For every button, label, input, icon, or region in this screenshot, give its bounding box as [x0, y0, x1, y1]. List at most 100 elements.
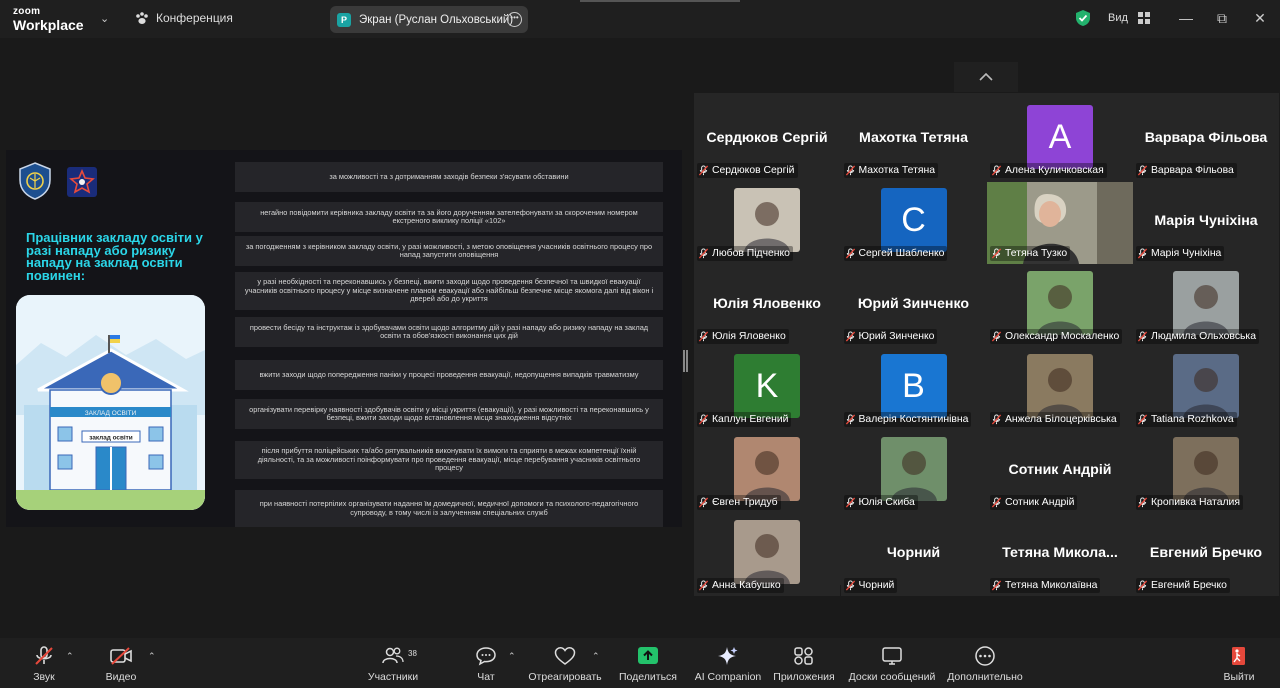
mic-muted-icon [1137, 497, 1148, 508]
close-icon[interactable]: ✕ [1250, 9, 1270, 27]
participant-tile[interactable]: Чорний Чорний [840, 514, 987, 596]
participant-name: Анжела Білоцерківська [1005, 414, 1117, 425]
whiteboards-button[interactable]: Доски сообщений [848, 638, 936, 688]
participant-display-name: Варвара Фільова [1144, 130, 1268, 146]
participants-icon [382, 647, 404, 664]
zoom-workplace-logo[interactable]: zoom Workplace [13, 6, 84, 32]
participant-tile[interactable]: Евгений Бречко Евгений Бречко [1133, 514, 1279, 596]
minimize-icon[interactable]: — [1176, 9, 1196, 27]
slide-step-4: у разі необхідності та переконавшись у б… [235, 272, 663, 310]
person-silhouette-icon [744, 451, 790, 501]
audio-label: Звук [33, 671, 55, 683]
participant-tile[interactable]: Анжела Білоцерківська [987, 348, 1133, 430]
screen-share-indicator[interactable]: P Экран (Руслан Ольховський) ••• [330, 6, 528, 33]
participant-tile[interactable]: Варвара Фільова Варвара Фільова [1133, 99, 1279, 181]
more-label: Дополнительно [947, 671, 1023, 683]
participants-button[interactable]: Участники [366, 638, 420, 688]
participant-tile[interactable]: B Валерія Костянтинівна [840, 348, 987, 430]
mic-muted-icon [698, 497, 709, 508]
chat-bubble-icon [476, 647, 496, 666]
apps-button[interactable]: Приложения [772, 638, 836, 688]
participant-nameplate: Олександр Москаленко [990, 329, 1123, 344]
audio-button[interactable]: Звук [30, 638, 58, 688]
person-silhouette-icon [1183, 285, 1229, 335]
participant-tile[interactable]: Євген Тридуб [694, 431, 840, 513]
participants-label: Участники [367, 671, 419, 683]
chevron-down-icon[interactable]: ⌄ [100, 12, 109, 25]
view-menu-label[interactable]: Вид [1108, 12, 1128, 24]
restore-icon[interactable]: ⧉ [1212, 9, 1232, 27]
participant-tile[interactable]: Тетяна Тузко [987, 182, 1133, 264]
participant-nameplate: Анна Кабушко [697, 578, 784, 593]
share-screen-button[interactable]: Поделиться [618, 638, 678, 688]
ai-companion-button[interactable]: AI Companion [694, 638, 762, 688]
mic-muted-icon [1137, 414, 1148, 425]
participant-photo [734, 437, 800, 501]
participant-tile[interactable]: Анна Кабушко [694, 514, 840, 596]
mic-muted-icon [991, 580, 1002, 591]
participant-tile[interactable]: Махотка Тетяна Махотка Тетяна [840, 99, 987, 181]
participant-photo [1173, 437, 1239, 501]
participant-nameplate: Євген Тридуб [697, 495, 781, 510]
share-label: Экран (Руслан Ольховський) [359, 13, 514, 26]
participant-name: Анна Кабушко [712, 580, 781, 591]
participant-tile[interactable]: Юлія Яловенко Юлія Яловенко [694, 265, 840, 347]
participant-tile[interactable]: A Алена Куличковская [987, 99, 1133, 181]
participant-name: Любов Підченко [712, 248, 790, 259]
participant-name: Тетяна Миколаївна [1005, 580, 1098, 591]
participant-tile[interactable]: Кропивка Наталия [1133, 431, 1279, 513]
participant-tile[interactable]: Юлія Скиба [840, 431, 987, 513]
participant-nameplate: Сотник Андрій [990, 495, 1078, 510]
chat-options-caret-icon[interactable]: ⌃ [508, 651, 516, 662]
more-button[interactable]: Дополнительно [946, 638, 1024, 688]
participant-nameplate: Тетяна Миколаївна [990, 578, 1101, 593]
participant-photo [1173, 354, 1239, 418]
share-border-line [580, 0, 740, 2]
participant-tile[interactable]: C Сергей Шабленко [840, 182, 987, 264]
zoom-meeting-window: zoom Workplace ⌄ Конференция P Экран (Ру… [0, 0, 1280, 688]
video-button[interactable]: Видео [104, 638, 138, 688]
school-illustration: ЗАКЛАД ОСВІТИ заклад освіти [16, 295, 205, 510]
participant-photo [1027, 271, 1093, 335]
participant-tile[interactable]: Tatiana Rozhkova [1133, 348, 1279, 430]
participant-name: Сергей Шабленко [858, 248, 945, 259]
mic-muted-icon [1137, 165, 1148, 176]
participant-tile[interactable]: Юрий Зинченко Юрий Зинченко [840, 265, 987, 347]
participant-photo [1173, 271, 1239, 335]
share-screen-icon [638, 647, 658, 664]
more-options-icon[interactable]: ••• [507, 12, 522, 27]
person-silhouette-icon [890, 451, 937, 501]
participant-name: Махотка Тетяна [858, 165, 935, 176]
participant-tile[interactable]: Марія Чуніхіна Марія Чуніхіна [1133, 182, 1279, 264]
participant-tile[interactable]: Тетяна Микола... Тетяна Миколаївна [987, 514, 1133, 596]
person-silhouette-icon [1037, 285, 1083, 335]
gallery-view-icon[interactable] [1138, 12, 1150, 24]
mic-muted-icon [1137, 248, 1148, 259]
meeting-info-button[interactable]: Конференция [134, 10, 233, 26]
meeting-toolbar: Звук ⌃ Видео ⌃ Участники 38 Чат ⌃ Отреаг… [0, 638, 1280, 688]
participant-nameplate: Варвара Фільова [1136, 163, 1237, 178]
security-shield-icon[interactable] [1075, 9, 1091, 27]
participant-tile[interactable]: Любов Підченко [694, 182, 840, 264]
participant-display-name: Сотник Андрій [1008, 462, 1112, 478]
participant-name: Марія Чуніхіна [1151, 248, 1222, 259]
panel-resize-handle[interactable] [683, 350, 688, 372]
collapse-gallery-button[interactable] [954, 62, 1018, 92]
participant-tile[interactable]: Сотник Андрій Сотник Андрій [987, 431, 1133, 513]
participant-nameplate: Юлія Скиба [843, 495, 918, 510]
video-options-caret-icon[interactable]: ⌃ [148, 651, 156, 662]
participant-tile[interactable]: K Каплун Евгений [694, 348, 840, 430]
participant-tile[interactable]: Людмила Ольховська [1133, 265, 1279, 347]
participants-count: 38 [408, 649, 417, 658]
participant-nameplate: Юлія Яловенко [697, 329, 789, 344]
mic-muted-icon [698, 414, 709, 425]
participant-tile[interactable]: Сердюков Сергій Сердюков Сергій [694, 99, 840, 181]
mic-muted-icon [991, 497, 1002, 508]
audio-options-caret-icon[interactable]: ⌃ [66, 651, 74, 662]
chat-button[interactable]: Чат [474, 638, 498, 688]
react-options-caret-icon[interactable]: ⌃ [592, 651, 600, 662]
leave-button[interactable]: Выйти [1222, 638, 1256, 688]
react-button[interactable]: Отреагировать [528, 638, 602, 688]
participant-tile[interactable]: Олександр Москаленко [987, 265, 1133, 347]
participant-display-name: Юрий Зинченко [857, 296, 970, 312]
